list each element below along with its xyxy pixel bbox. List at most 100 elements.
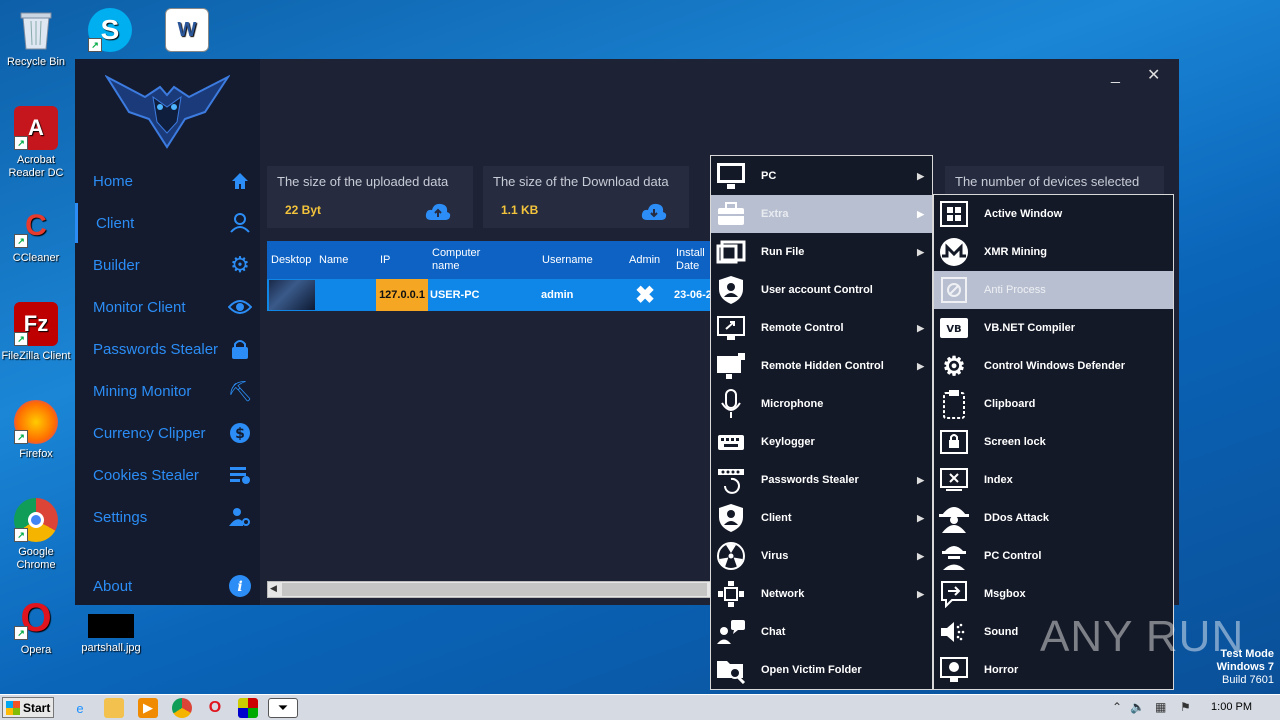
submenu-arrow-icon: ▶ — [917, 588, 924, 599]
column-header[interactable]: Install Date — [676, 241, 712, 279]
card-title: The size of the Download data — [493, 174, 669, 189]
internet-explorer-icon[interactable]: e — [70, 698, 90, 718]
submenu-item-control-windows-defender[interactable]: ⚙ Control Windows Defender — [934, 347, 1173, 385]
menu-item-client[interactable]: Client ▶ — [711, 499, 932, 537]
shortcut-arrow-icon: ↗ — [14, 332, 28, 346]
nav-home[interactable]: Home — [75, 161, 260, 201]
submenu-arrow-icon: ▶ — [917, 208, 924, 219]
nav-builder[interactable]: Builder ⚙ — [75, 245, 260, 285]
column-header[interactable]: IP — [380, 241, 390, 279]
speaker-tray-icon[interactable]: 🔈 — [1130, 700, 1145, 714]
nav-client[interactable]: Client — [75, 203, 260, 243]
column-header[interactable]: Username — [542, 241, 593, 279]
eye-icon — [228, 295, 252, 319]
clipboard-icon — [938, 388, 970, 420]
desktop-icon-skype[interactable]: S ↗ — [75, 8, 145, 56]
scrollbar-thumb[interactable] — [282, 583, 707, 596]
menu-item-user-account-control[interactable]: User account Control — [711, 271, 932, 309]
desktop-icon-word[interactable]: W — [152, 8, 222, 56]
nav-currency-clipper[interactable]: Currency Clipper $ — [75, 413, 260, 453]
opera-taskbar-icon[interactable]: O — [205, 698, 225, 718]
menu-item-label: Remote Hidden Control — [761, 360, 884, 372]
column-header[interactable]: Name — [319, 241, 348, 279]
start-button[interactable]: Start — [2, 697, 54, 718]
menu-item-keylogger[interactable]: Keylogger — [711, 423, 932, 461]
nav-settings[interactable]: Settings — [75, 497, 260, 537]
gear-icon: ⚙ — [230, 252, 250, 277]
flag-tray-icon[interactable]: ⚑ — [1180, 700, 1191, 714]
menu-item-remote-control[interactable]: Remote Control ▶ — [711, 309, 932, 347]
index-window-icon — [938, 464, 970, 496]
menu-item-run-file[interactable]: Run File ▶ — [711, 233, 932, 271]
context-menu: PC ▶ Extra ▶ Run File ▶ User account Contro… — [710, 155, 933, 690]
submenu-item-label: Sound — [984, 626, 1019, 638]
app-grid-icon[interactable] — [238, 698, 258, 718]
password-reset-icon — [715, 464, 747, 496]
table-row[interactable]: 127.0.0.1 USER-PC admin ✖ 23-06-2 — [267, 279, 712, 311]
menu-item-pc[interactable]: PC ▶ — [711, 157, 932, 195]
chrome-icon: ↗ — [14, 498, 58, 542]
submenu-arrow-icon: ▶ — [917, 246, 924, 257]
desktop-icon-label: Acrobat Reader DC — [8, 154, 64, 179]
ccleaner-icon: C ↗ — [14, 204, 58, 248]
desktop-icon-opera[interactable]: O ↗ Opera — [1, 596, 71, 657]
submenu-item-screen-lock[interactable]: Screen lock — [934, 423, 1173, 461]
close-button[interactable]: ✕ — [1147, 65, 1160, 85]
menu-item-open-victim-folder[interactable]: Open Victim Folder — [711, 651, 932, 689]
desktop-icon-filezilla[interactable]: Fz ↗ FileZilla Client — [1, 302, 71, 363]
client-ip-cell: 127.0.0.1 — [376, 279, 428, 311]
submenu-item-msgbox[interactable]: Msgbox — [934, 575, 1173, 613]
submenu-item-xmr-mining[interactable]: XMR Mining — [934, 233, 1173, 271]
submenu-item-pc-control[interactable]: PC Control — [934, 537, 1173, 575]
nav-passwords-stealer[interactable]: Passwords Stealer — [75, 329, 260, 369]
menu-item-virus[interactable]: Virus ▶ — [711, 537, 932, 575]
menu-item-passwords-stealer[interactable]: Passwords Stealer ▶ — [711, 461, 932, 499]
submenu-item-anti-process[interactable]: Anti Process — [934, 271, 1173, 309]
column-header[interactable]: Desktop — [271, 241, 313, 279]
desktop-icon-image-file[interactable]: partshall.jpg — [76, 614, 146, 655]
menu-item-extra[interactable]: Extra ▶ — [711, 195, 932, 233]
card-title: The size of the uploaded data — [277, 174, 449, 189]
media-player-icon[interactable]: ▶ — [138, 698, 158, 718]
submenu-item-vbnet-compiler[interactable]: VB VB.NET Compiler — [934, 309, 1173, 347]
filezilla-icon: Fz ↗ — [14, 302, 58, 346]
shortcut-arrow-icon: ↗ — [14, 234, 28, 248]
menu-item-chat[interactable]: Chat — [711, 613, 932, 651]
submenu-item-label: Anti Process — [984, 284, 1046, 296]
menu-item-microphone[interactable]: Microphone — [711, 385, 932, 423]
scroll-left-arrow-icon[interactable]: ◀ — [270, 583, 277, 594]
column-header[interactable]: Admin — [629, 241, 660, 279]
pickaxe-icon: ⛏ — [227, 380, 253, 403]
nav-about[interactable]: About i — [75, 566, 260, 606]
horizontal-scrollbar[interactable]: ◀ — [267, 581, 712, 598]
submenu-item-active-window[interactable]: Active Window — [934, 195, 1173, 233]
folder-search-icon — [715, 654, 747, 686]
submenu-item-index[interactable]: Index — [934, 461, 1173, 499]
shortcut-arrow-icon: ↗ — [14, 430, 28, 444]
desktop-icon-acrobat[interactable]: A ↗ Acrobat Reader DC — [1, 106, 71, 180]
active-app-taskbar-button[interactable]: ⏷ — [268, 698, 298, 718]
menu-item-network[interactable]: Network ▶ — [711, 575, 932, 613]
submenu-item-clipboard[interactable]: Clipboard — [934, 385, 1173, 423]
nav-cookies-stealer[interactable]: Cookies Stealer — [75, 455, 260, 495]
network-tray-icon[interactable]: ▦ — [1155, 700, 1166, 714]
clock[interactable]: 1:00 PM — [1211, 701, 1252, 713]
nav-mining-monitor[interactable]: Mining Monitor ⛏ — [75, 371, 260, 411]
minimize-button[interactable]: _ — [1111, 67, 1120, 85]
column-header[interactable]: Computer name — [432, 241, 492, 279]
submenu-item-label: Horror — [984, 664, 1019, 676]
desktop-icon-chrome[interactable]: ↗ Google Chrome — [1, 498, 71, 572]
submenu-item-ddos-attack[interactable]: DDos Attack — [934, 499, 1173, 537]
desktop-icon-firefox[interactable]: ↗ Firefox — [1, 400, 71, 461]
user-settings-icon — [228, 505, 252, 529]
tray-expand-icon[interactable]: ⌃ — [1112, 700, 1122, 714]
menu-item-remote-hidden-control[interactable]: Remote Hidden Control ▶ — [711, 347, 932, 385]
chrome-taskbar-icon[interactable] — [172, 698, 192, 718]
menu-item-label: Open Victim Folder — [761, 664, 862, 676]
watermark-line: Test Mode — [1220, 648, 1274, 660]
desktop-icon-ccleaner[interactable]: C ↗ CCleaner — [1, 204, 71, 265]
desktop-icon-recycle-bin[interactable]: Recycle Bin — [1, 8, 71, 69]
watermark-line: Build 7601 — [1222, 674, 1274, 686]
file-explorer-icon[interactable] — [104, 698, 124, 718]
nav-monitor-client[interactable]: Monitor Client — [75, 287, 260, 327]
